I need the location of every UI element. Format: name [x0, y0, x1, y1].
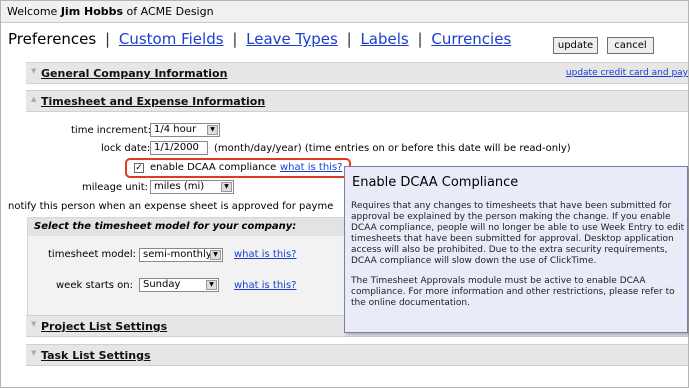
timesheet-model-heading: Select the timesheet model for your comp…	[28, 218, 344, 236]
timesheet-model-panel: Select the timesheet model for your comp…	[27, 217, 345, 319]
mileage-unit-value: miles (mi)	[154, 181, 205, 192]
dcaa-help-tooltip: Enable DCAA Compliance Requires that any…	[344, 166, 688, 333]
dcaa-checkbox[interactable]: ✓	[134, 163, 144, 173]
chevron-down-icon: ▼	[210, 250, 221, 260]
chevron-down-icon: ▼	[207, 125, 218, 135]
update-button[interactable]: update	[553, 37, 598, 54]
tooltip-body: Requires that any changes to timesheets …	[351, 201, 685, 318]
section-timesheet-expense[interactable]: ▲ Timesheet and Expense Information	[26, 90, 688, 112]
week-starts-select[interactable]: Sunday ▼	[139, 278, 219, 292]
welcome-user: Jim Hobbs	[60, 5, 124, 18]
nav-link-leave-types[interactable]: Leave Types	[246, 30, 338, 48]
time-increment-label: time increment:	[71, 125, 151, 136]
nav-separator: |	[232, 30, 238, 48]
lock-date-input[interactable]: 1/1/2000	[150, 141, 208, 155]
expand-arrow-icon: ▼	[31, 320, 37, 328]
preferences-nav: Preferences | Custom Fields | Leave Type…	[8, 30, 511, 48]
lock-date-note: (month/day/year) (time entries on or bef…	[214, 143, 571, 154]
timesheet-model-select[interactable]: semi-monthly ▼	[139, 248, 223, 262]
mileage-unit-select[interactable]: miles (mi) ▼	[150, 180, 234, 194]
timesheet-model-what-is-this-link[interactable]: what is this?	[234, 249, 296, 260]
section-general-company[interactable]: ▼ General Company Information update cre…	[26, 62, 688, 84]
time-increment-select[interactable]: 1/4 hour ▼	[150, 123, 220, 137]
nav-link-currencies[interactable]: Currencies	[431, 30, 511, 48]
section-task-list[interactable]: ▼ Task List Settings	[26, 344, 688, 366]
tooltip-paragraph: Requires that any changes to timesheets …	[351, 201, 685, 266]
welcome-prefix: Welcome	[7, 5, 61, 18]
timesheet-model-value: semi-monthly	[143, 249, 212, 260]
preferences-window: Welcome Jim Hobbs of ACME Design Prefere…	[0, 0, 689, 388]
welcome-suffix: of ACME Design	[123, 5, 214, 18]
notify-label: notify this person when an expense sheet…	[8, 201, 334, 212]
nav-separator: |	[417, 30, 423, 48]
section-title[interactable]: Timesheet and Expense Information	[41, 95, 265, 108]
expand-arrow-icon: ▼	[31, 67, 37, 75]
dcaa-what-is-this-link[interactable]: what is this?	[280, 162, 342, 173]
section-title[interactable]: Task List Settings	[41, 349, 151, 362]
section-title[interactable]: General Company Information	[41, 67, 227, 80]
nav-separator: |	[105, 30, 111, 48]
welcome-bar: Welcome Jim Hobbs of ACME Design	[1, 1, 688, 23]
dcaa-label: enable DCAA compliance	[150, 162, 277, 173]
expand-arrow-icon: ▼	[31, 349, 37, 357]
week-starts-label: week starts on:	[56, 280, 133, 291]
chevron-down-icon: ▼	[206, 280, 217, 290]
section-title[interactable]: Project List Settings	[41, 320, 167, 333]
mileage-unit-label: mileage unit:	[82, 182, 149, 193]
nav-link-labels[interactable]: Labels	[360, 30, 408, 48]
cancel-button[interactable]: cancel	[607, 37, 654, 54]
lock-date-label: lock date:	[101, 143, 151, 154]
tooltip-paragraph: The Timesheet Approvals module must be a…	[351, 276, 675, 308]
week-starts-value: Sunday	[143, 279, 181, 290]
time-increment-value: 1/4 hour	[154, 124, 197, 135]
chevron-down-icon: ▼	[221, 182, 232, 192]
timesheet-model-label: timesheet model:	[48, 249, 137, 260]
nav-separator: |	[346, 30, 352, 48]
nav-link-custom-fields[interactable]: Custom Fields	[119, 30, 224, 48]
collapse-arrow-icon: ▲	[31, 95, 37, 103]
nav-current-preferences: Preferences	[8, 30, 97, 48]
update-credit-card-link[interactable]: update credit card and pay	[566, 68, 688, 78]
tooltip-title: Enable DCAA Compliance	[352, 175, 519, 190]
week-starts-what-is-this-link[interactable]: what is this?	[234, 280, 296, 291]
